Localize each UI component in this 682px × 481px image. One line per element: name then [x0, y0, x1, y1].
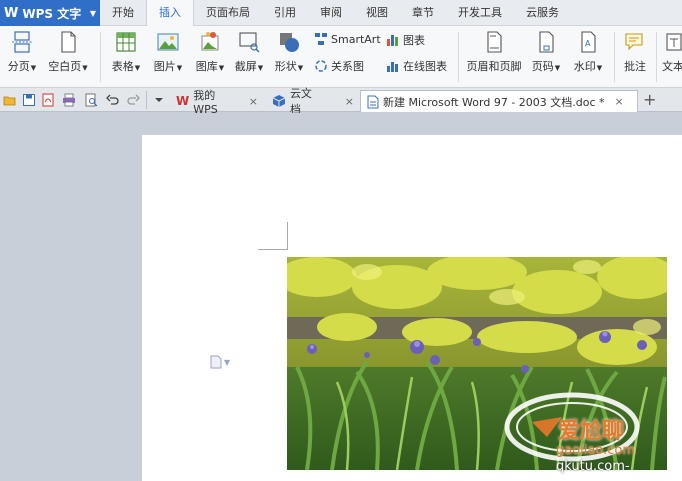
- chart-label: 图表: [403, 34, 425, 47]
- tab-section[interactable]: 章节: [400, 0, 446, 26]
- comment-button[interactable]: 批注: [620, 30, 650, 74]
- document-icon: [367, 95, 379, 108]
- table-button[interactable]: 表格▼: [106, 30, 146, 74]
- margin-corner-mark: [258, 249, 287, 250]
- site-watermark-title: 爱尬聊: [558, 419, 625, 444]
- tab-view[interactable]: 视图: [354, 0, 400, 26]
- smartart-button[interactable]: SmartArt: [314, 32, 381, 46]
- ribbon-divider: [458, 32, 459, 82]
- blank-page-label: 空白页: [48, 60, 82, 73]
- screenshot-label: 截屏: [234, 60, 257, 73]
- chart-button[interactable]: 图表: [386, 32, 425, 48]
- watermark-icon: A: [581, 31, 596, 53]
- site-watermark-url: gaoliao.com: [556, 443, 635, 458]
- picture-button[interactable]: 图片▼: [148, 30, 188, 74]
- page-number-label: 页码: [531, 60, 554, 73]
- tab-home[interactable]: 开始: [100, 0, 146, 26]
- redo-icon[interactable]: [126, 93, 140, 107]
- tab-page-layout[interactable]: 页面布局: [194, 0, 262, 26]
- page-break-label: 分页: [7, 60, 30, 73]
- textbox-button[interactable]: 文本: [662, 30, 682, 74]
- gallery-label: 图库: [195, 60, 218, 73]
- header-footer-label: 页眉和页脚: [466, 60, 522, 73]
- wps-logo-icon: W: [4, 5, 19, 21]
- menu-bar: W WPS 文字 ▼ 开始 插入 页面布局 引用 审阅 视图 章节 开发工具 云…: [0, 0, 682, 27]
- tab-references[interactable]: 引用: [262, 0, 308, 26]
- comment-icon: [625, 33, 643, 51]
- close-icon[interactable]: ×: [249, 95, 258, 108]
- online-chart-button[interactable]: 在线图表: [386, 58, 447, 74]
- relation-chart-icon: [315, 60, 327, 72]
- document-tab-strip: W 我的WPS × 云文档 × 新建 Microsoft Word 97 - 2…: [0, 87, 682, 116]
- gallery-icon: [201, 32, 219, 51]
- export-pdf-icon[interactable]: [41, 93, 55, 107]
- undo-icon[interactable]: [106, 93, 120, 107]
- wps-logo-icon: W: [176, 94, 190, 108]
- chevron-down-icon[interactable]: [152, 93, 166, 107]
- ribbon-divider: [656, 32, 657, 82]
- tab-cloud-service[interactable]: 云服务: [514, 0, 571, 26]
- relation-chart-label: 关系图: [331, 60, 364, 73]
- close-icon[interactable]: ×: [615, 95, 624, 108]
- comment-label: 批注: [624, 60, 646, 73]
- blank-page-button[interactable]: 空白页▼: [44, 30, 92, 74]
- tab-current-document[interactable]: 新建 Microsoft Word 97 - 2003 文档.doc * ×: [360, 90, 638, 112]
- wps-app-menu-button[interactable]: W WPS 文字 ▼: [0, 0, 100, 26]
- textbox-label: 文本: [662, 60, 682, 73]
- chevron-down-icon: ▼: [224, 357, 231, 367]
- textbox-icon: [666, 33, 682, 51]
- page-break-button[interactable]: 分页▼: [4, 30, 40, 74]
- doc-tab-label: 我的WPS: [193, 88, 218, 116]
- tab-insert[interactable]: 插入: [146, 0, 194, 27]
- ribbon-divider: [100, 32, 101, 82]
- paragraph-layout-button[interactable]: ▼: [210, 355, 230, 369]
- page-break-icon: [12, 31, 32, 53]
- watermark-label: 水印: [573, 60, 596, 73]
- doc-tab-label: 新建 Microsoft Word 97 - 2003 文档.doc *: [383, 95, 605, 109]
- tab-developer[interactable]: 开发工具: [446, 0, 514, 26]
- menu-tabs: 开始 插入 页面布局 引用 审阅 视图 章节 开发工具 云服务: [100, 0, 571, 27]
- save-icon[interactable]: [22, 93, 36, 107]
- app-name: WPS 文字: [22, 6, 82, 21]
- toolbar-divider: [146, 91, 147, 109]
- relation-chart-button[interactable]: 关系图: [314, 58, 364, 74]
- picture-icon: [157, 33, 179, 51]
- watermark-button[interactable]: A 水印▼: [568, 30, 608, 74]
- new-tab-button[interactable]: +: [643, 90, 656, 109]
- bar-chart-icon: [387, 35, 398, 46]
- open-folder-icon[interactable]: [3, 93, 17, 107]
- online-chart-icon: [387, 62, 398, 72]
- document-icon: [210, 355, 222, 369]
- header-footer-button[interactable]: 页眉和页脚: [464, 30, 524, 74]
- page-number-button[interactable]: 页码▼: [528, 30, 564, 74]
- ribbon-insert: 分页▼ 空白页▼ 表格▼ 图片▼ 图库▼ 截屏▼ 形状▼ SmartArt 关系…: [0, 26, 682, 88]
- chevron-down-icon: ▼: [89, 8, 96, 18]
- table-label: 表格: [111, 60, 134, 73]
- picture-label: 图片: [153, 60, 176, 73]
- page-number-icon: [539, 31, 554, 53]
- print-icon[interactable]: [62, 93, 76, 107]
- print-preview-icon[interactable]: [84, 93, 98, 107]
- table-icon: [116, 32, 136, 52]
- svg-text:A: A: [585, 39, 591, 48]
- blank-page-icon: [61, 31, 76, 53]
- screenshot-button[interactable]: 截屏▼: [230, 30, 268, 74]
- shape-button[interactable]: 形状▼: [270, 30, 308, 74]
- smartart-icon: [315, 33, 327, 45]
- site-watermark-url-secondary: qkutu.com-: [556, 459, 630, 474]
- header-footer-icon: [487, 31, 502, 53]
- tab-my-wps[interactable]: W 我的WPS ×: [170, 89, 264, 116]
- online-chart-label: 在线图表: [403, 60, 447, 73]
- cloud-box-icon: [272, 95, 286, 107]
- tab-cloud-docs[interactable]: 云文档 ×: [266, 87, 360, 116]
- ribbon-divider: [614, 32, 615, 82]
- gallery-button[interactable]: 图库▼: [190, 30, 230, 74]
- margin-corner-mark: [287, 222, 288, 250]
- close-icon[interactable]: ×: [345, 95, 354, 108]
- smartart-label: SmartArt: [331, 32, 381, 46]
- screenshot-icon: [239, 32, 260, 53]
- tab-review[interactable]: 审阅: [308, 0, 354, 26]
- shape-icon: [280, 33, 299, 52]
- shape-label: 形状: [274, 60, 297, 73]
